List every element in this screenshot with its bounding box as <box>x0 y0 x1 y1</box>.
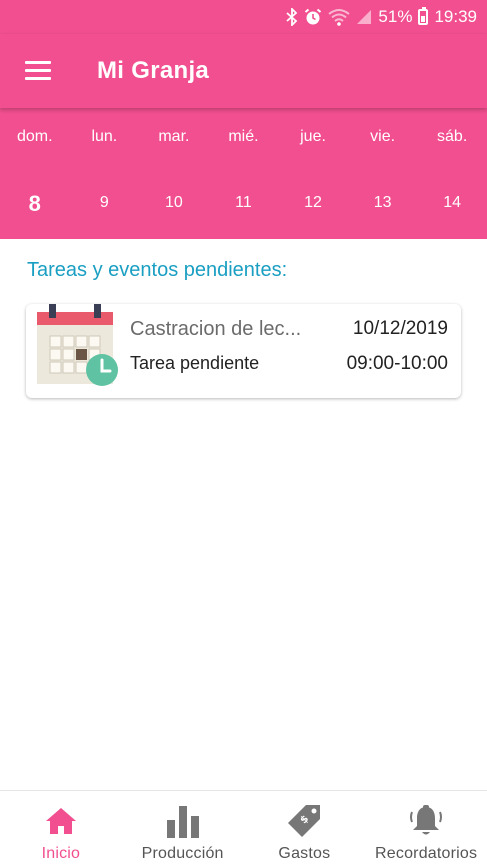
weekday-name: mié. <box>228 128 259 145</box>
task-status: Tarea pendiente <box>130 353 260 373</box>
day-number-selected[interactable]: 8 <box>0 191 70 217</box>
nav-item-recordatorios[interactable]: Recordatorios <box>365 791 487 866</box>
bar-chart-icon <box>165 801 201 841</box>
day-number[interactable]: 10 <box>139 194 209 217</box>
weekday-name: lun. <box>91 128 118 145</box>
task-date: 10/12/2019 <box>352 318 448 339</box>
battery-percent: 51% <box>378 7 413 26</box>
bell-icon <box>408 801 444 841</box>
day-number[interactable]: 9 <box>70 194 140 217</box>
weekday-names-row: dom. lun. mar. mié. jue. vie. sáb. <box>0 128 487 146</box>
week-strip: dom. lun. mar. mié. jue. vie. sáb. 8 9 1… <box>0 108 487 239</box>
nav-label: Producción <box>141 845 224 862</box>
app-title: Mi Granja <box>97 57 210 84</box>
signal-icon <box>356 9 372 25</box>
battery-icon <box>418 7 429 25</box>
price-tag-icon: $ <box>286 801 322 841</box>
nav-label: Inicio <box>41 845 81 862</box>
calendar-clock-icon <box>37 304 118 386</box>
weekday-name: mar. <box>158 128 190 145</box>
bottom-nav: Inicio Producción $ Gastos Recordatorios <box>0 790 487 866</box>
nav-label: Gastos <box>278 845 331 862</box>
bluetooth-icon <box>286 8 298 26</box>
status-bar: 51% 19:39 <box>0 0 487 34</box>
nav-item-inicio[interactable]: Inicio <box>0 791 122 866</box>
alarm-icon <box>304 8 322 26</box>
menu-icon[interactable] <box>25 61 51 81</box>
weekday-name: vie. <box>370 128 396 145</box>
task-title: Castracion de lec... <box>130 318 302 340</box>
home-icon <box>44 801 78 841</box>
day-number[interactable]: 14 <box>417 194 487 217</box>
nav-item-gastos[interactable]: $ Gastos <box>244 791 366 866</box>
clock-time: 19:39 <box>434 7 477 26</box>
day-number[interactable]: 13 <box>348 194 418 217</box>
weekday-name: jue. <box>300 128 326 145</box>
day-number[interactable]: 12 <box>278 194 348 217</box>
nav-item-produccion[interactable]: Producción <box>122 791 244 866</box>
weekday-name: dom. <box>16 128 53 145</box>
task-time: 09:00-10:00 <box>346 353 448 374</box>
nav-label: Recordatorios <box>375 845 478 862</box>
section-title: Tareas y eventos pendientes: <box>27 259 288 281</box>
day-numbers-row: 8 9 10 11 12 13 14 <box>0 191 487 217</box>
wifi-icon <box>328 8 351 26</box>
task-card[interactable]: Castracion de lec... 10/12/2019 Tarea pe… <box>26 304 461 398</box>
day-number[interactable]: 11 <box>209 194 279 217</box>
app-bar: Mi Granja <box>0 34 487 108</box>
weekday-name: sáb. <box>437 128 468 145</box>
